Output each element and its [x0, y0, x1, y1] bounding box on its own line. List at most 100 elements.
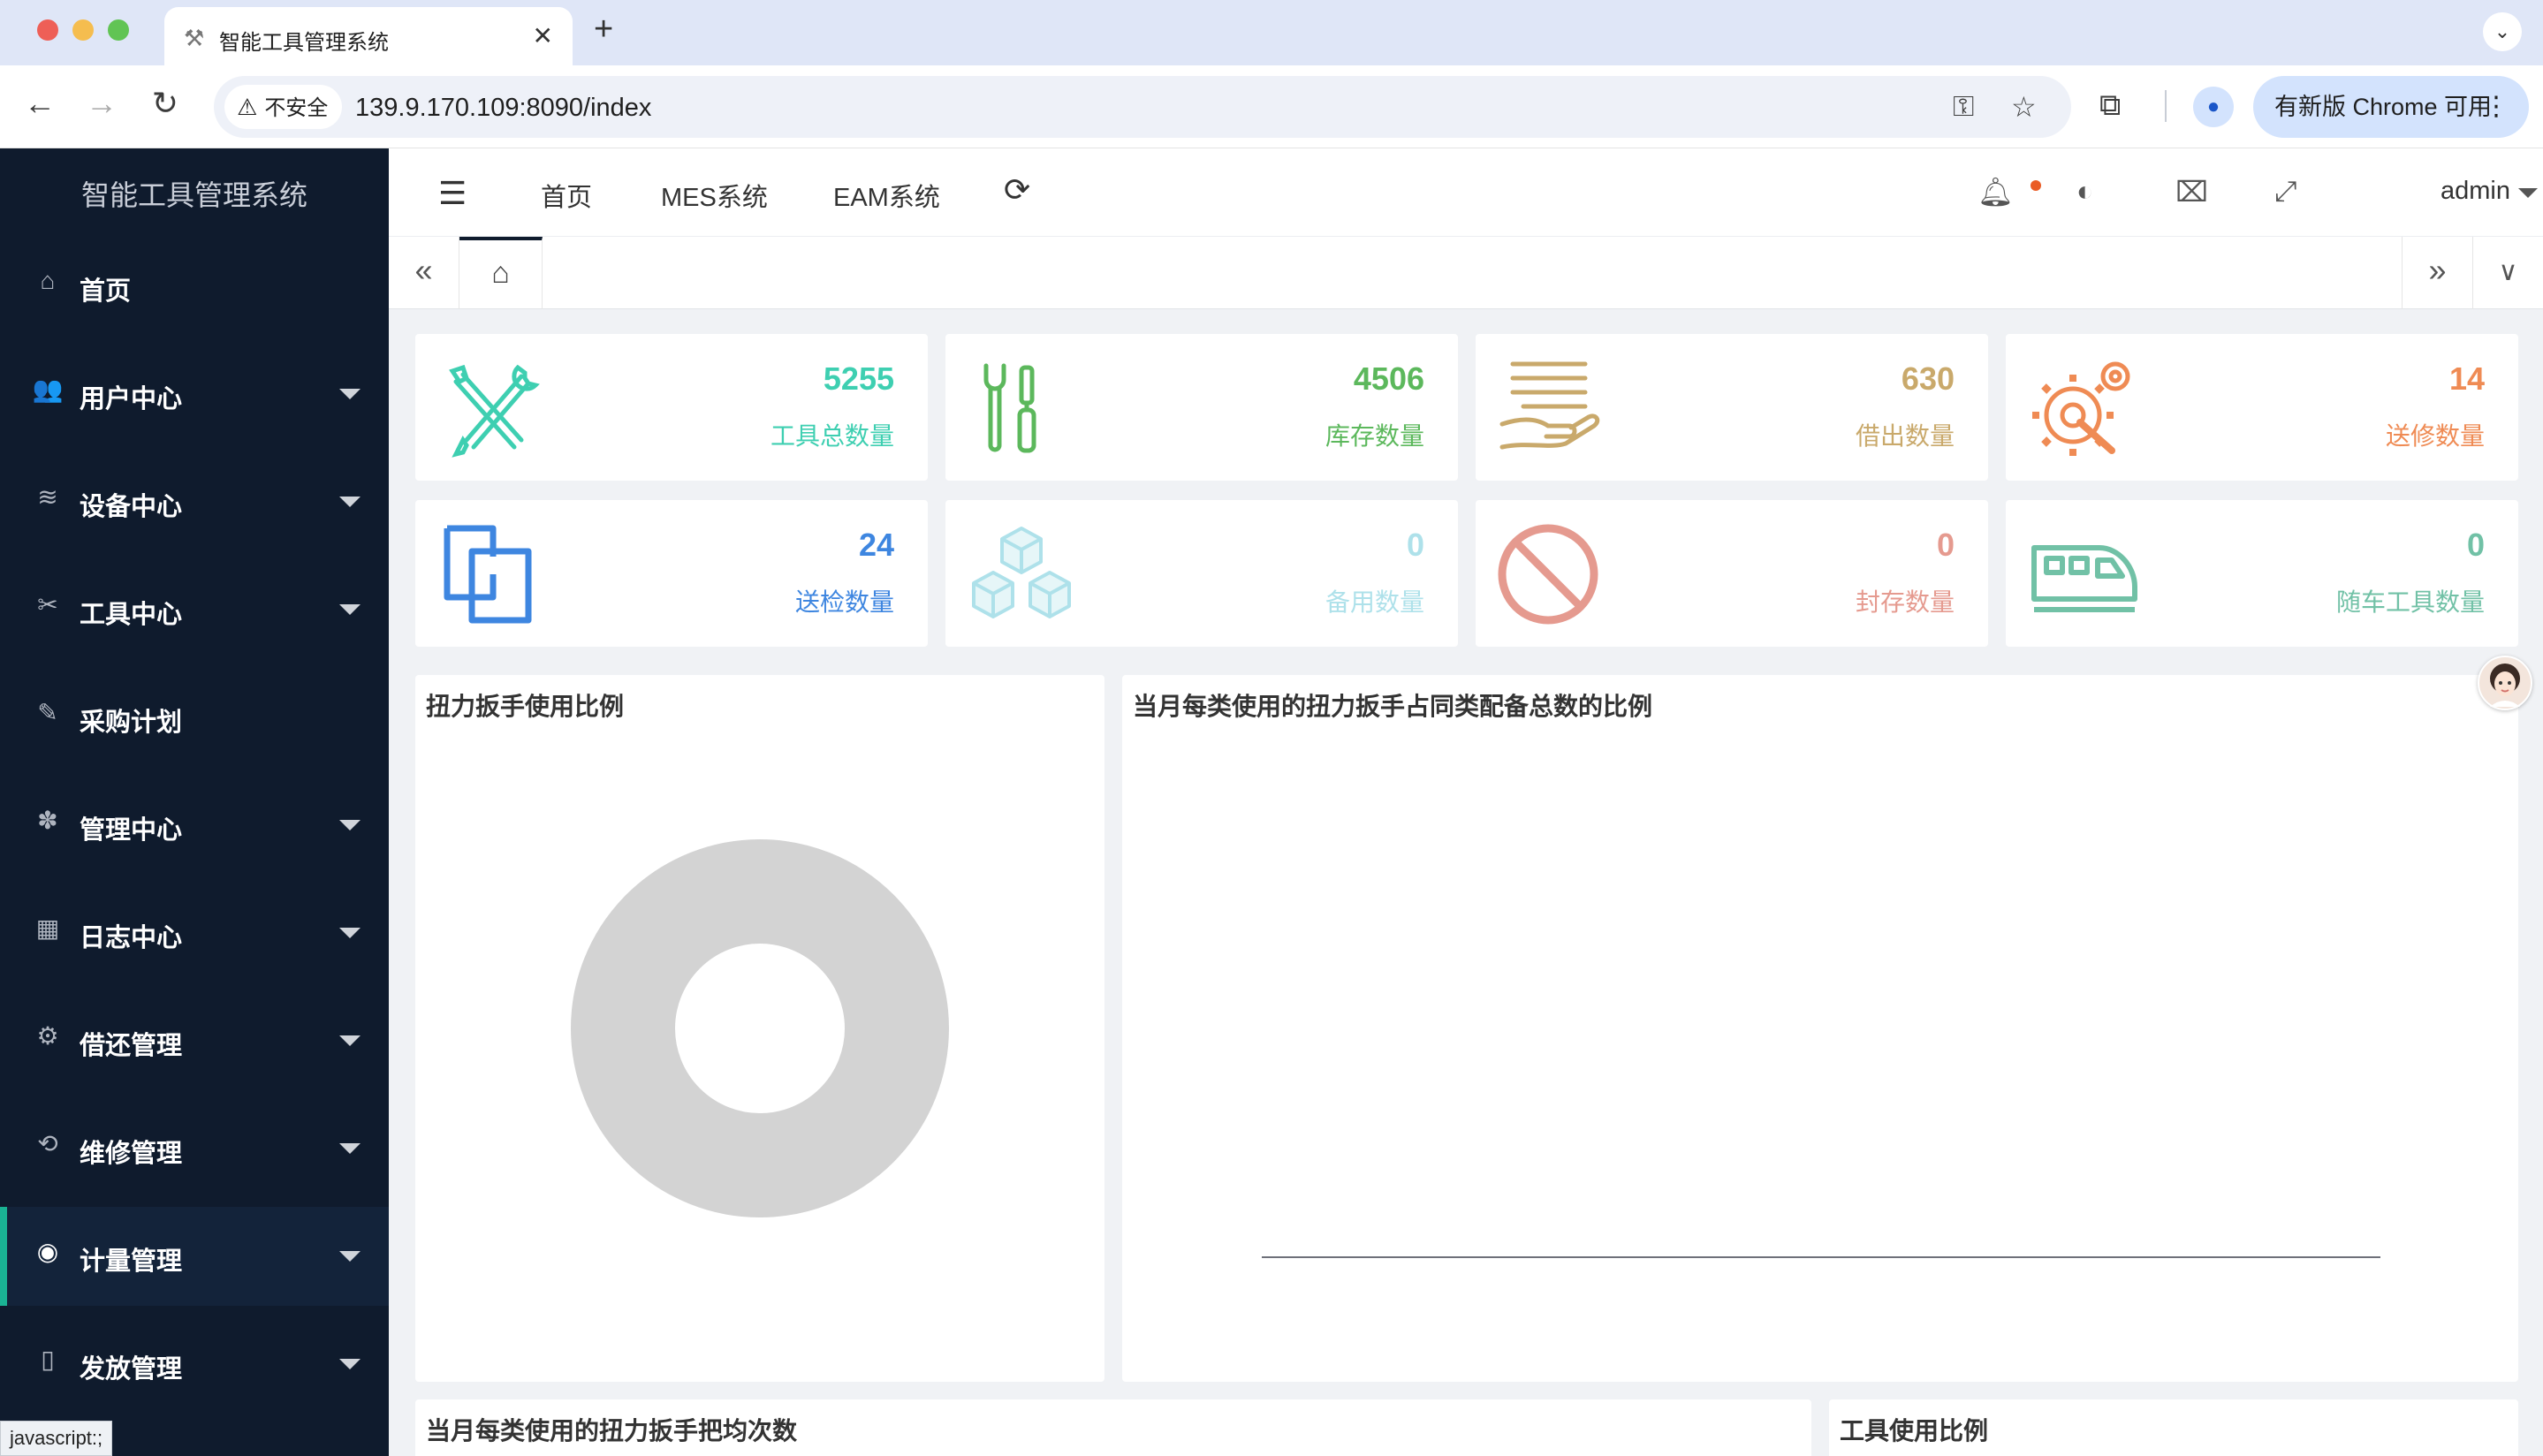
- sidebar-item-6[interactable]: ▦ 日志中心: [0, 883, 389, 982]
- back-arrow-icon[interactable]: ←: [18, 85, 62, 122]
- stat-card-stock: 4506 库存数量: [945, 334, 1458, 481]
- browser-tab-title: 智能工具管理系统: [219, 31, 389, 55]
- caret-down-icon[interactable]: [339, 389, 361, 399]
- caret-down-icon[interactable]: [339, 928, 361, 938]
- layers-icon: ≋: [37, 483, 58, 511]
- sidebar-item-7[interactable]: ⚙ 借还管理: [0, 991, 389, 1090]
- caret-down-icon[interactable]: [339, 1251, 361, 1262]
- stat-value: 14: [2448, 360, 2485, 397]
- sidebar-item-label: 首页: [80, 277, 132, 306]
- monthly-ratio-bar-chart: [1262, 1256, 2380, 1258]
- panel-monthly-ratio: 当月每类使用的扭力扳手占同类配备总数的比例: [1122, 675, 2518, 1382]
- forward-arrow-icon[interactable]: →: [80, 85, 124, 122]
- stat-value: 24: [858, 527, 894, 563]
- assistant-face-icon: [2490, 664, 2520, 707]
- sidebar-item-label: 用户中心: [80, 385, 183, 413]
- close-tab-icon[interactable]: ✕: [533, 21, 553, 50]
- scroll-tabs-right-icon[interactable]: »: [2402, 237, 2472, 309]
- window-zoom-button[interactable]: [108, 19, 129, 41]
- assistant-avatar[interactable]: [2478, 656, 2532, 710]
- chrome-update-button[interactable]: 有新版 Chrome 可用 ⋮: [2253, 76, 2529, 138]
- columns-icon: ▯: [41, 1346, 55, 1373]
- cycle-icon: ⟲: [37, 1130, 58, 1157]
- inspect-icon: [444, 525, 532, 624]
- stat-value: 0: [1406, 527, 1424, 563]
- browser-toolbar: ← → ↻ ⚠ 不安全 139.9.170.109:8090/index ⚿ ☆ …: [0, 65, 2543, 148]
- sidebar-item-2[interactable]: ≋ 设备中心: [0, 452, 389, 551]
- new-tab-button[interactable]: +: [594, 11, 613, 49]
- caret-down-icon[interactable]: [339, 1035, 361, 1046]
- collapse-menu-icon[interactable]: ☰: [438, 175, 467, 212]
- stat-card-total-tools: 5255 工具总数量: [415, 334, 928, 481]
- reload-icon[interactable]: ↻: [143, 85, 187, 122]
- sidebar-item-label: 计量管理: [80, 1247, 183, 1276]
- grid-icon: ▦: [35, 914, 60, 942]
- sidebar: 智能工具管理系统 ⌂ 首页 👥 用户中心 ≋ 设备中心 ✂ 工具中心 ✎ 采购计划 ✽ 管理中心 ▦ 日志…: [0, 148, 389, 1456]
- sidebar-item-4[interactable]: ✎ 采购计划: [0, 668, 389, 767]
- caret-down-icon[interactable]: [2518, 188, 2538, 198]
- tag-icon[interactable]: ⌧: [2175, 175, 2208, 209]
- stat-card-lent: 630 借出数量: [1476, 334, 1988, 481]
- user-menu[interactable]: admin: [2441, 177, 2510, 206]
- palette-icon[interactable]: ◐: [2076, 175, 2093, 208]
- tabs-menu-chevron-icon[interactable]: ∨: [2472, 237, 2543, 309]
- toolbar-divider: [2165, 90, 2167, 122]
- bell-icon[interactable]: 🔔︎: [1977, 175, 2014, 209]
- notification-dot: [2031, 180, 2041, 191]
- stat-card-repair: 14 送修数量: [2006, 334, 2518, 481]
- url-text[interactable]: 139.9.170.109:8090/index: [355, 94, 651, 123]
- caret-down-icon[interactable]: [339, 497, 361, 507]
- topnav-home[interactable]: 首页: [541, 177, 592, 214]
- panel-title: 工具使用比例: [1840, 1417, 1989, 1445]
- window-close-button[interactable]: [37, 19, 58, 41]
- stat-label: 备用数量: [1325, 588, 1424, 616]
- sidebar-item-10[interactable]: ▯ 发放管理: [0, 1315, 389, 1414]
- caret-down-icon[interactable]: [339, 1359, 361, 1369]
- refresh-icon[interactable]: ⟳: [1004, 171, 1030, 209]
- sidebar-item-0[interactable]: ⌂ 首页: [0, 237, 389, 336]
- stat-card-spare: 0 备用数量: [945, 500, 1458, 647]
- security-chip[interactable]: ⚠ 不安全: [224, 85, 343, 129]
- caret-down-icon[interactable]: [339, 820, 361, 830]
- home-tab-icon[interactable]: ⌂: [459, 237, 543, 309]
- sidebar-item-5[interactable]: ✽ 管理中心: [0, 776, 389, 875]
- tools-favicon-icon: ⚒: [184, 25, 205, 51]
- compass-icon: ◉: [36, 1238, 59, 1265]
- browser-tab-active[interactable]: ⚒ 智能工具管理系统 ✕: [164, 7, 573, 65]
- donut-empty-ring: [571, 839, 949, 1217]
- scroll-tabs-left-icon[interactable]: «: [389, 237, 459, 309]
- topnav-eam[interactable]: EAM系统: [833, 177, 940, 214]
- address-bar[interactable]: ⚠ 不安全 139.9.170.109:8090/index ⚿ ☆: [214, 76, 2071, 138]
- bookmark-star-icon[interactable]: ☆: [2011, 90, 2037, 124]
- stat-label: 库存数量: [1325, 422, 1424, 450]
- caret-down-icon[interactable]: [339, 604, 361, 615]
- sidebar-item-label: 设备中心: [80, 493, 183, 521]
- stat-value: 5255: [823, 360, 894, 397]
- password-key-icon[interactable]: ⚿: [1953, 90, 1974, 124]
- sidebar-item-9[interactable]: ◉ 计量管理: [0, 1207, 389, 1306]
- tab-search-chevron-icon[interactable]: ⌄: [2483, 12, 2522, 51]
- sidebar-item-label: 采购计划: [80, 709, 183, 737]
- sidebar-item-label: 日志中心: [80, 924, 183, 952]
- topnav-mes[interactable]: MES系统: [661, 177, 768, 214]
- window-minimize-button[interactable]: [72, 19, 94, 41]
- cubes-icon: [972, 527, 1071, 618]
- sidebar-item-3[interactable]: ✂ 工具中心: [0, 560, 389, 659]
- stat-value: 0: [2466, 527, 2485, 563]
- sidebar-item-8[interactable]: ⟲ 维修管理: [0, 1099, 389, 1198]
- edit-doc-icon: ✎: [37, 699, 58, 726]
- caret-down-icon[interactable]: [339, 1143, 361, 1154]
- tools-pair-icon: [983, 363, 1036, 453]
- link-status-bar: javascript:;: [0, 1421, 113, 1456]
- profile-avatar-icon[interactable]: ●: [2193, 87, 2234, 127]
- fullscreen-icon[interactable]: ⤢: [2274, 175, 2297, 209]
- extensions-puzzle-icon[interactable]: ⧉: [2099, 88, 2121, 123]
- gear-repair-icon: [2032, 361, 2130, 456]
- panel-torque-ratio: 扭力扳手使用比例: [415, 675, 1104, 1382]
- sidebar-item-1[interactable]: 👥 用户中心: [0, 345, 389, 444]
- more-vert-icon: ⋮: [2483, 92, 2509, 121]
- wrench-screwdriver-icon: [449, 364, 540, 458]
- top-header: ☰ 首页 MES系统 EAM系统 ⟳ 🔔︎ ◐ ⌧ ⤢ admin: [389, 148, 2543, 237]
- stat-value: 0: [1936, 527, 1955, 563]
- forbidden-icon: [1498, 524, 1598, 625]
